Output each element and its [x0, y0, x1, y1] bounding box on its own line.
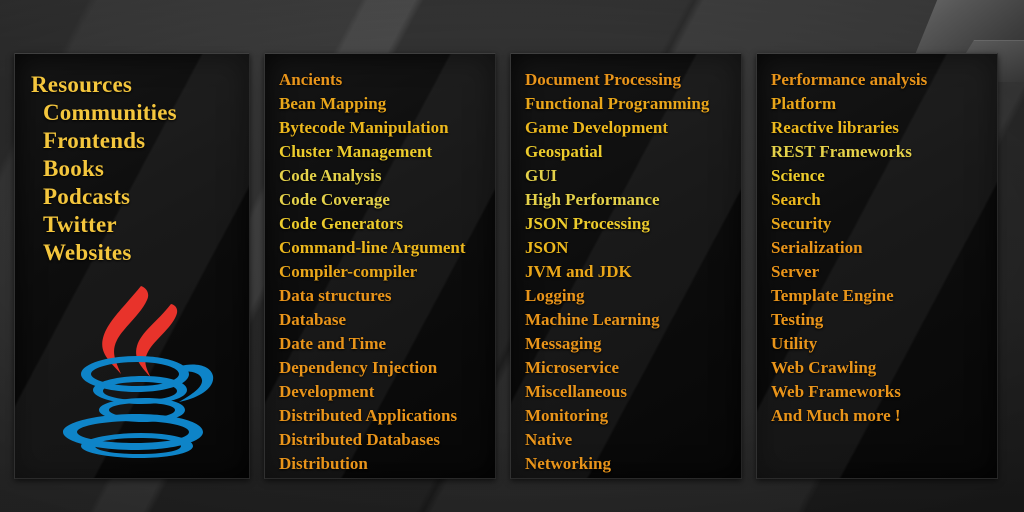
category-item[interactable]: Logging: [525, 284, 741, 308]
sidebar-item-twitter[interactable]: Twitter: [43, 212, 249, 238]
category-item[interactable]: Command-line Argument: [279, 236, 495, 260]
category-panel-3: Performance analysis Platform Reactive lib…: [756, 53, 998, 479]
category-item[interactable]: Science: [771, 164, 997, 188]
category-item[interactable]: Distribution: [279, 452, 495, 476]
category-item[interactable]: Game Development: [525, 116, 741, 140]
category-item[interactable]: Testing: [771, 308, 997, 332]
category-item[interactable]: Distributed Applications: [279, 404, 495, 428]
sidebar-item-podcasts[interactable]: Podcasts: [43, 184, 249, 210]
page-title-bar: A curated list of Java frameworks, libra…: [0, 6, 1024, 36]
category-item[interactable]: Serialization: [771, 236, 997, 260]
sidebar-item-communities[interactable]: Communities: [43, 100, 249, 126]
category-item[interactable]: Microservice: [525, 356, 741, 380]
sidebar-item-frontends[interactable]: Frontends: [43, 128, 249, 154]
category-item[interactable]: JSON: [525, 236, 741, 260]
category-list-3: Performance analysis Platform Reactive lib…: [771, 68, 997, 428]
sidebar-item-books[interactable]: Books: [43, 156, 249, 182]
category-panel-1: Ancients Bean Mapping Bytecode Manipulatio…: [264, 53, 496, 479]
resources-list: Communities Frontends Books Podcasts Twitter…: [15, 100, 249, 266]
category-list-2: Document Processing Functional Programmin…: [525, 68, 741, 476]
category-item[interactable]: Web Crawling: [771, 356, 997, 380]
category-item[interactable]: Database: [279, 308, 495, 332]
category-item[interactable]: Messaging: [525, 332, 741, 356]
category-item[interactable]: Utility: [771, 332, 997, 356]
category-item[interactable]: Date and Time: [279, 332, 495, 356]
category-panel-2: Document Processing Functional Programmin…: [510, 53, 742, 479]
category-item[interactable]: Dependency Injection: [279, 356, 495, 380]
category-item[interactable]: Code Analysis: [279, 164, 495, 188]
category-item[interactable]: JSON Processing: [525, 212, 741, 236]
category-item[interactable]: Code Generators: [279, 212, 495, 236]
category-item[interactable]: Bytecode Manipulation: [279, 116, 495, 140]
category-item[interactable]: Server: [771, 260, 997, 284]
resources-heading: Resources: [31, 72, 133, 97]
category-item[interactable]: Code Coverage: [279, 188, 495, 212]
category-item[interactable]: REST Frameworks: [771, 140, 997, 164]
category-item[interactable]: Document Processing: [525, 68, 741, 92]
category-item[interactable]: GUI: [525, 164, 741, 188]
category-item[interactable]: High Performance: [525, 188, 741, 212]
resources-panel: Resources Communities Frontends Books Podca…: [14, 53, 250, 479]
poster-canvas: A curated list of Java frameworks, libra…: [0, 0, 1024, 512]
category-item[interactable]: Web Frameworks: [771, 380, 997, 404]
category-item[interactable]: Monitoring: [525, 404, 741, 428]
category-item[interactable]: Geospatial: [525, 140, 741, 164]
resources-panel-content: Resources Communities Frontends Books Podca…: [15, 72, 249, 266]
category-item[interactable]: Machine Learning: [525, 308, 741, 332]
category-item[interactable]: Ancients: [279, 68, 495, 92]
category-item[interactable]: Compiler-compiler: [279, 260, 495, 284]
category-item[interactable]: Distributed Databases: [279, 428, 495, 452]
category-item[interactable]: Native: [525, 428, 741, 452]
category-item[interactable]: And Much more !: [771, 404, 997, 428]
category-item[interactable]: Security: [771, 212, 997, 236]
category-item[interactable]: Template Engine: [771, 284, 997, 308]
category-item[interactable]: Search: [771, 188, 997, 212]
category-item[interactable]: Reactive libraries: [771, 116, 997, 140]
page-title: A curated list of Java frameworks, libra…: [132, 6, 892, 36]
category-item[interactable]: Platform: [771, 92, 997, 116]
category-item[interactable]: JVM and JDK: [525, 260, 741, 284]
category-item[interactable]: Cluster Management: [279, 140, 495, 164]
category-item[interactable]: Bean Mapping: [279, 92, 495, 116]
java-logo: [63, 286, 214, 458]
sidebar-item-websites[interactable]: Websites: [43, 240, 249, 266]
panel-row: Resources Communities Frontends Books Podca…: [0, 53, 1024, 479]
category-item[interactable]: Data structures: [279, 284, 495, 308]
category-item[interactable]: Development: [279, 380, 495, 404]
category-item[interactable]: Miscellaneous: [525, 380, 741, 404]
category-item[interactable]: Networking: [525, 452, 741, 476]
category-item[interactable]: Functional Programming: [525, 92, 741, 116]
category-item[interactable]: Performance analysis: [771, 68, 997, 92]
category-list-1: Ancients Bean Mapping Bytecode Manipulatio…: [279, 68, 495, 476]
